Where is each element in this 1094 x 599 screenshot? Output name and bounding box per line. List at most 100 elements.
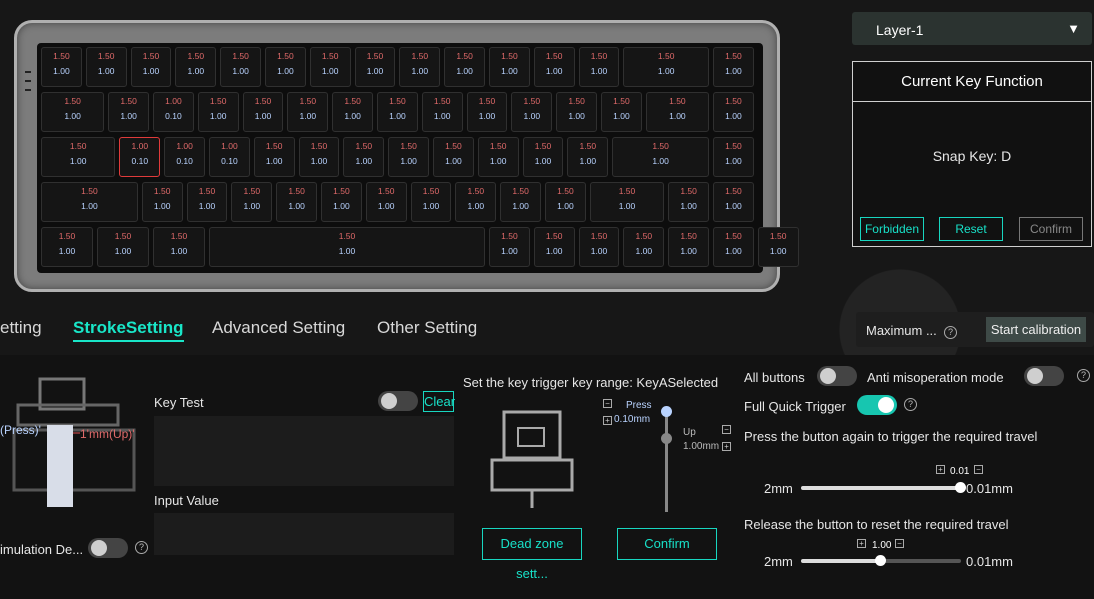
key[interactable]: 1.50 1.00 bbox=[556, 92, 597, 132]
key[interactable]: 1.50 1.00 bbox=[231, 182, 273, 222]
plus-icon[interactable]: + bbox=[857, 538, 866, 549]
key[interactable]: 1.50 1.00 bbox=[489, 227, 530, 267]
help-icon[interactable]: ? bbox=[135, 541, 148, 554]
key[interactable]: 1.50 1.00 bbox=[253, 137, 295, 177]
plus-icon[interactable]: + bbox=[936, 464, 945, 475]
dead-zone-button[interactable]: Dead zone sett... bbox=[482, 528, 582, 581]
key[interactable]: 1.50 1.00 bbox=[321, 182, 362, 222]
all-buttons-toggle[interactable] bbox=[817, 366, 857, 386]
key[interactable]: 1.50 1.00 bbox=[354, 47, 396, 87]
key[interactable]: 1.50 1.00 bbox=[242, 92, 284, 132]
key[interactable]: 1.00 0.10 bbox=[119, 137, 161, 177]
key[interactable]: 1.50 1.00 bbox=[533, 47, 575, 87]
tab-advanced-setting[interactable]: Advanced Setting bbox=[212, 318, 345, 338]
key[interactable]: 1.50 1.00 bbox=[511, 92, 553, 132]
reset-travel-slider[interactable] bbox=[801, 555, 961, 566]
key[interactable]: 1.50 1.00 bbox=[433, 137, 474, 177]
key[interactable]: 1.50 1.00 bbox=[601, 92, 642, 132]
start-calibration-button[interactable]: Start calibration bbox=[986, 317, 1086, 342]
minus-icon[interactable]: − bbox=[722, 424, 731, 435]
key[interactable]: 1.50 1.00 bbox=[444, 47, 485, 87]
key[interactable]: 1.50 1.00 bbox=[141, 182, 183, 222]
key[interactable]: 1.50 1.00 bbox=[41, 137, 116, 177]
key[interactable]: 1.50 1.00 bbox=[713, 137, 754, 177]
plus-icon[interactable]: + bbox=[603, 415, 612, 426]
key[interactable]: 1.00 0.10 bbox=[209, 137, 250, 177]
reset-button[interactable]: Reset bbox=[939, 217, 1003, 241]
key[interactable]: 1.50 1.00 bbox=[567, 137, 609, 177]
key[interactable]: 1.50 1.00 bbox=[388, 137, 429, 177]
key[interactable]: 1.50 1.00 bbox=[197, 92, 239, 132]
trigger-travel-slider[interactable] bbox=[801, 482, 966, 493]
key[interactable]: 1.50 1.00 bbox=[85, 47, 127, 87]
help-icon[interactable]: ? bbox=[904, 398, 917, 411]
key[interactable]: 1.50 1.00 bbox=[332, 92, 373, 132]
key[interactable]: 1.50 1.00 bbox=[668, 182, 709, 222]
key[interactable]: 1.50 1.00 bbox=[41, 227, 93, 267]
key[interactable]: 1.50 1.00 bbox=[97, 227, 149, 267]
key[interactable]: 1.50 1.00 bbox=[489, 47, 530, 87]
key[interactable]: 1.50 1.00 bbox=[623, 227, 665, 267]
key[interactable]: 1.50 1.00 bbox=[153, 227, 205, 267]
layer-dropdown[interactable]: Layer-1 ▼ bbox=[852, 12, 1092, 45]
slider-knob[interactable] bbox=[955, 482, 966, 493]
key[interactable]: 1.50 1.00 bbox=[265, 47, 306, 87]
key[interactable]: 1.50 1.00 bbox=[578, 47, 620, 87]
key[interactable]: 1.50 1.00 bbox=[466, 92, 508, 132]
key-test-area[interactable] bbox=[154, 416, 454, 486]
key[interactable]: 1.50 1.00 bbox=[713, 47, 754, 87]
help-icon[interactable]: ? bbox=[1077, 369, 1090, 382]
key[interactable]: 1.50 1.00 bbox=[477, 137, 519, 177]
key[interactable]: 1.50 1.00 bbox=[713, 227, 754, 267]
forbidden-button[interactable]: Forbidden bbox=[860, 217, 924, 241]
slider-knob[interactable] bbox=[875, 555, 886, 566]
tab-other-setting[interactable]: Other Setting bbox=[377, 318, 477, 338]
plus-icon[interactable]: + bbox=[722, 441, 731, 452]
key[interactable]: 1.50 1.00 bbox=[612, 137, 709, 177]
confirm-button[interactable]: Confirm bbox=[617, 528, 717, 560]
key[interactable]: 1.50 1.00 bbox=[309, 47, 351, 87]
minus-icon[interactable]: − bbox=[974, 464, 983, 475]
key[interactable]: 1.50 1.00 bbox=[455, 182, 497, 222]
key[interactable]: 1.50 1.00 bbox=[276, 182, 317, 222]
key[interactable]: 1.50 1.00 bbox=[623, 47, 709, 87]
key[interactable]: 1.50 1.00 bbox=[130, 47, 172, 87]
key[interactable]: 1.50 1.00 bbox=[645, 92, 709, 132]
key[interactable]: 1.50 1.00 bbox=[533, 227, 575, 267]
key[interactable]: 1.00 0.10 bbox=[153, 92, 194, 132]
key[interactable]: 1.50 1.00 bbox=[365, 182, 407, 222]
key[interactable]: 1.50 1.00 bbox=[545, 182, 586, 222]
key[interactable]: 1.50 1.00 bbox=[500, 182, 541, 222]
key-test-toggle[interactable] bbox=[378, 391, 418, 411]
confirm-button-disabled[interactable]: Confirm bbox=[1019, 217, 1083, 241]
key[interactable]: 1.50 1.00 bbox=[186, 182, 228, 222]
clear-button[interactable]: Clear bbox=[423, 391, 455, 412]
key[interactable]: 1.00 0.10 bbox=[164, 137, 205, 177]
key[interactable]: 1.50 1.00 bbox=[377, 92, 418, 132]
key[interactable]: 1.50 1.00 bbox=[220, 47, 261, 87]
input-value-field[interactable] bbox=[154, 513, 454, 555]
simulation-toggle[interactable] bbox=[88, 538, 128, 558]
press-handle[interactable] bbox=[661, 406, 672, 417]
key[interactable]: 1.50 1.00 bbox=[108, 92, 149, 132]
key[interactable]: 1.50 1.00 bbox=[578, 227, 620, 267]
key[interactable]: 1.50 1.00 bbox=[713, 182, 754, 222]
key[interactable]: 1.50 1.00 bbox=[41, 182, 138, 222]
key[interactable]: 1.50 1.00 bbox=[757, 227, 799, 267]
minus-icon[interactable]: − bbox=[895, 538, 904, 549]
full-quick-trigger-toggle[interactable] bbox=[857, 395, 897, 415]
key[interactable]: 1.50 1.00 bbox=[713, 92, 754, 132]
key[interactable]: 1.50 1.00 bbox=[343, 137, 385, 177]
tab-stroke-setting[interactable]: StrokeSetting bbox=[73, 318, 184, 342]
key[interactable]: 1.50 1.00 bbox=[41, 92, 105, 132]
up-handle[interactable] bbox=[661, 433, 672, 444]
key[interactable]: 1.50 1.00 bbox=[522, 137, 564, 177]
key[interactable]: 1.50 1.00 bbox=[209, 227, 485, 267]
key[interactable]: 1.50 1.00 bbox=[41, 47, 82, 87]
vertical-range-track[interactable] bbox=[665, 410, 668, 512]
tab-setting[interactable]: etting bbox=[0, 318, 42, 338]
key[interactable]: 1.50 1.00 bbox=[399, 47, 441, 87]
key[interactable]: 1.50 1.00 bbox=[175, 47, 217, 87]
key[interactable]: 1.50 1.00 bbox=[298, 137, 340, 177]
key[interactable]: 1.50 1.00 bbox=[421, 92, 463, 132]
